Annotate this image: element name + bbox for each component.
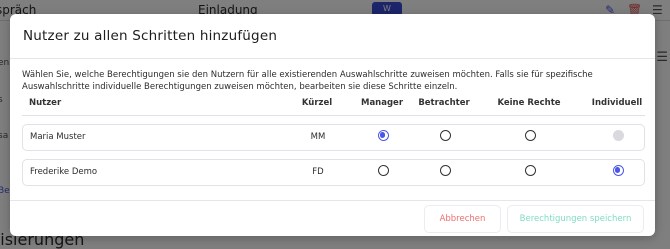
radio-empty-icon[interactable]: [439, 130, 451, 141]
radio-betrachter[interactable]: [415, 125, 475, 150]
radio-keine-rechte[interactable]: [495, 125, 565, 150]
radio-individuell[interactable]: [588, 160, 648, 185]
radio-individuell: [588, 125, 648, 150]
radio-manager[interactable]: [353, 125, 413, 150]
radio-disabled-icon: [612, 130, 624, 141]
divider: [10, 200, 655, 201]
radio-empty-icon[interactable]: [524, 165, 536, 176]
user-name: Frederike Demo: [30, 167, 98, 177]
radio-keine-rechte[interactable]: [495, 160, 565, 185]
radio-manager[interactable]: [353, 160, 413, 185]
save-permissions-button[interactable]: Berechtigungen speichern: [507, 205, 644, 233]
table-row: Maria Muster MM: [22, 124, 645, 151]
radio-empty-icon[interactable]: [377, 165, 389, 176]
radio-empty-icon[interactable]: [524, 130, 536, 141]
radio-checked-icon[interactable]: [377, 130, 389, 141]
modal-description: Wählen Sie, welche Berechtigungen sie de…: [22, 70, 593, 92]
table-row: Frederike Demo FD: [22, 159, 645, 186]
header-kuerzel: Kürzel: [301, 98, 333, 108]
cancel-button[interactable]: Abbrechen: [424, 205, 501, 233]
radio-betrachter[interactable]: [415, 160, 475, 185]
header-keine-rechte: Keine Rechte: [497, 98, 561, 108]
user-kuerzel: FD: [312, 167, 324, 177]
add-user-modal: Nutzer zu allen Schritten hinzufügen Wäh…: [10, 14, 655, 236]
user-kuerzel: MM: [310, 132, 326, 142]
user-name: Maria Muster: [30, 132, 86, 142]
divider: [10, 58, 655, 59]
radio-empty-icon[interactable]: [439, 165, 451, 176]
modal-title: Nutzer zu allen Schritten hinzufügen: [23, 28, 278, 44]
header-nutzer: Nutzer: [29, 98, 62, 108]
divider: [22, 115, 645, 116]
table-header: Nutzer Kürzel Manager Betrachter Keine R…: [22, 98, 645, 114]
header-individuell: Individuell: [591, 98, 643, 108]
header-betrachter: Betrachter: [418, 98, 470, 108]
header-manager: Manager: [360, 98, 404, 108]
radio-checked-icon[interactable]: [612, 165, 624, 176]
